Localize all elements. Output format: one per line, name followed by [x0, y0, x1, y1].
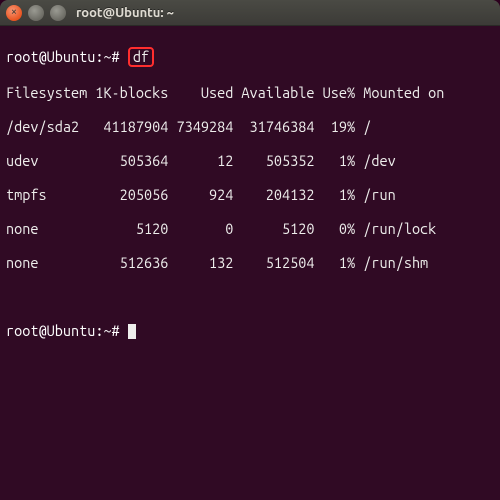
col-used: Used: [168, 84, 233, 101]
prompt-line: root@Ubuntu:~#: [6, 322, 494, 339]
col-usepct: Use%: [315, 84, 356, 101]
prompt-line: root@Ubuntu:~# df: [6, 47, 494, 67]
command-highlight: df: [128, 47, 154, 67]
window-title: root@Ubuntu: ~: [76, 6, 174, 20]
table-row: none5126361325125041%/run/shm: [6, 254, 494, 271]
shell-prompt: root@Ubuntu:~#: [6, 322, 120, 339]
col-mounted: Mounted on: [355, 84, 444, 101]
table-row: /dev/sda24118790473492843174638419%/: [6, 118, 494, 135]
titlebar[interactable]: × root@Ubuntu: ~: [0, 0, 500, 26]
minimize-icon[interactable]: [28, 5, 44, 21]
close-icon[interactable]: ×: [6, 5, 22, 21]
maximize-icon[interactable]: [50, 5, 66, 21]
table-row: tmpfs2050569242041321%/run: [6, 186, 494, 203]
terminal-body[interactable]: root@Ubuntu:~# df Filesystem1K-blocksUse…: [0, 26, 500, 500]
table-header: Filesystem1K-blocksUsedAvailableUse%Moun…: [6, 84, 494, 101]
terminal-window: × root@Ubuntu: ~ root@Ubuntu:~# df Files…: [0, 0, 500, 500]
table-row: none5120051200%/run/lock: [6, 220, 494, 237]
col-blocks: 1K-blocks: [87, 84, 168, 101]
col-filesystem: Filesystem: [6, 84, 87, 101]
col-available: Available: [233, 84, 314, 101]
cursor-icon: [128, 324, 136, 339]
blank-line: [6, 288, 494, 305]
shell-prompt: root@Ubuntu:~#: [6, 48, 120, 65]
table-row: udev505364125053521%/dev: [6, 152, 494, 169]
